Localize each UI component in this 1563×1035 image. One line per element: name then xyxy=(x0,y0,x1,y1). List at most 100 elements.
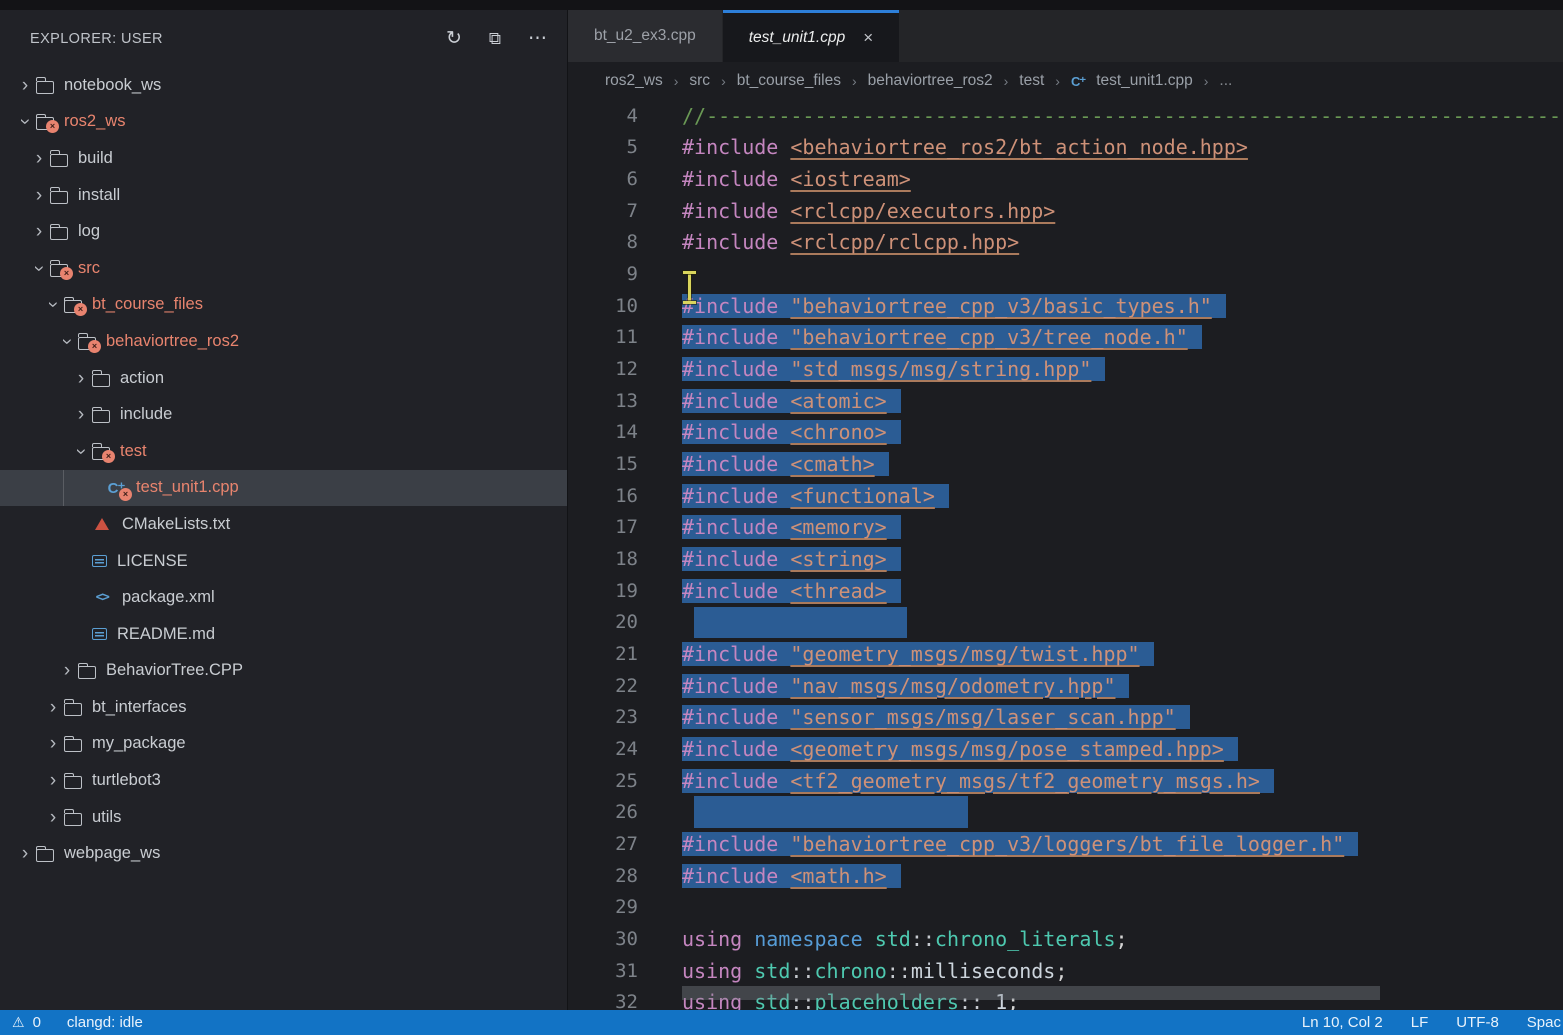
code-line[interactable]: 18 #include <string> xyxy=(568,543,1563,575)
refresh-icon[interactable]: ↻ xyxy=(446,29,462,48)
code-line[interactable]: 23 #include "sensor_msgs/msg/laser_scan.… xyxy=(568,701,1563,733)
breadcrumb-item[interactable]: test xyxy=(1019,72,1044,90)
line-number[interactable]: 24 xyxy=(568,738,682,760)
code-line[interactable]: 12 #include "std_msgs/msg/string.hpp" xyxy=(568,353,1563,385)
tree-item-package-xml[interactable]: package.xml xyxy=(0,579,567,616)
problems-indicator[interactable]: ⚠ 0 xyxy=(12,1014,41,1031)
code-line[interactable]: 9 xyxy=(568,258,1563,290)
code-editor[interactable]: 4 //------------------------------------… xyxy=(568,100,1563,1010)
language-server-status[interactable]: clangd: idle xyxy=(67,1014,143,1031)
tree-item-behaviortree-cpp[interactable]: › BehaviorTree.CPP xyxy=(0,653,567,690)
code-line[interactable]: 11 #include "behaviortree_cpp_v3/tree_no… xyxy=(568,322,1563,354)
tree-item-license[interactable]: LICENSE xyxy=(0,543,567,580)
code-line[interactable]: 4 //------------------------------------… xyxy=(568,100,1563,132)
line-number[interactable]: 19 xyxy=(568,580,682,602)
line-number[interactable]: 17 xyxy=(568,516,682,538)
line-number[interactable]: 27 xyxy=(568,833,682,855)
close-icon[interactable]: × xyxy=(863,29,873,46)
line-number[interactable]: 6 xyxy=(568,168,682,190)
line-number[interactable]: 31 xyxy=(568,960,682,982)
code-line[interactable]: 27 #include "behaviortree_cpp_v3/loggers… xyxy=(568,828,1563,860)
tree-item-cmakelists-txt[interactable]: CMakeLists.txt xyxy=(0,506,567,543)
tree-item-include[interactable]: › include xyxy=(0,396,567,433)
code-line[interactable]: 22 #include "nav_msgs/msg/odometry.hpp" xyxy=(568,670,1563,702)
tree-item-ros2-ws[interactable]: › × ros2_ws xyxy=(0,104,567,141)
code-line[interactable]: 24 #include <geometry_msgs/msg/pose_stam… xyxy=(568,733,1563,765)
code-line[interactable]: 29 xyxy=(568,891,1563,923)
status-item-utf-8[interactable]: UTF-8 xyxy=(1456,1014,1499,1031)
code-line[interactable]: 17 #include <memory> xyxy=(568,512,1563,544)
code-line[interactable]: 14 #include <chrono> xyxy=(568,417,1563,449)
line-number[interactable]: 32 xyxy=(568,991,682,1010)
line-number[interactable]: 29 xyxy=(568,896,682,918)
breadcrumb-item-file[interactable]: test_unit1.cpp xyxy=(1096,72,1193,90)
code-line[interactable]: 26 xyxy=(568,796,1563,828)
breadcrumb-item[interactable]: behaviortree_ros2 xyxy=(868,72,993,90)
tree-item-readme-md[interactable]: README.md xyxy=(0,616,567,653)
code-line[interactable]: 6 #include <iostream> xyxy=(568,163,1563,195)
code-line[interactable]: 8 #include <rclcpp/rclcpp.hpp> xyxy=(568,227,1563,259)
code-line[interactable]: 19 #include <thread> xyxy=(568,575,1563,607)
line-number[interactable]: 4 xyxy=(568,105,682,127)
tree-item-turtlebot3[interactable]: › turtlebot3 xyxy=(0,762,567,799)
code-line[interactable]: 16 #include <functional> xyxy=(568,480,1563,512)
tree-item-my-package[interactable]: › my_package xyxy=(0,726,567,763)
line-number[interactable]: 20 xyxy=(568,611,682,633)
tree-item-build[interactable]: › build xyxy=(0,140,567,177)
line-number[interactable]: 26 xyxy=(568,801,682,823)
line-number[interactable]: 5 xyxy=(568,136,682,158)
line-number[interactable]: 11 xyxy=(568,326,682,348)
line-number[interactable]: 25 xyxy=(568,770,682,792)
status-item-lf[interactable]: LF xyxy=(1411,1014,1429,1031)
code-line[interactable]: 20 xyxy=(568,607,1563,639)
line-number[interactable]: 23 xyxy=(568,706,682,728)
code-line[interactable]: 25 #include <tf2_geometry_msgs/tf2_geome… xyxy=(568,765,1563,797)
line-number[interactable]: 7 xyxy=(568,200,682,222)
tree-item-log[interactable]: › log xyxy=(0,213,567,250)
line-number[interactable]: 18 xyxy=(568,548,682,570)
code-line[interactable]: 5 #include <behaviortree_ros2/bt_action_… xyxy=(568,132,1563,164)
line-number[interactable]: 22 xyxy=(568,675,682,697)
line-number[interactable]: 16 xyxy=(568,485,682,507)
breadcrumb-more[interactable]: ... xyxy=(1219,72,1232,90)
tree-item-notebook-ws[interactable]: › notebook_ws xyxy=(0,67,567,104)
code-line[interactable]: 31 using std::chrono::milliseconds; xyxy=(568,955,1563,987)
line-number[interactable]: 10 xyxy=(568,295,682,317)
tree-item-action[interactable]: › action xyxy=(0,360,567,397)
line-number[interactable]: 12 xyxy=(568,358,682,380)
line-number[interactable]: 13 xyxy=(568,390,682,412)
tree-item-test-unit1-cpp[interactable]: × test_unit1.cpp xyxy=(0,470,567,507)
code-line[interactable]: 28 #include <math.h> xyxy=(568,860,1563,892)
tree-item-behaviortree-ros2[interactable]: › × behaviortree_ros2 xyxy=(0,323,567,360)
tree-item-src[interactable]: › × src xyxy=(0,250,567,287)
code-line[interactable]: 30 using namespace std::chrono_literals; xyxy=(568,923,1563,955)
line-number[interactable]: 14 xyxy=(568,421,682,443)
code-line[interactable]: 13 #include <atomic> xyxy=(568,385,1563,417)
line-number[interactable]: 15 xyxy=(568,453,682,475)
code-line[interactable]: 21 #include "geometry_msgs/msg/twist.hpp… xyxy=(568,638,1563,670)
line-number[interactable]: 28 xyxy=(568,865,682,887)
tree-item-bt-interfaces[interactable]: › bt_interfaces xyxy=(0,689,567,726)
status-item-spac[interactable]: Spac xyxy=(1527,1014,1561,1031)
tree-item-install[interactable]: › install xyxy=(0,177,567,214)
breadcrumb-item[interactable]: bt_course_files xyxy=(737,72,841,90)
tab-bt-u2-ex3-cpp[interactable]: bt_u2_ex3.cpp xyxy=(568,10,722,62)
collapse-folders-icon[interactable]: ⧉ xyxy=(489,30,501,47)
code-line[interactable]: 10 #include "behaviortree_cpp_v3/basic_t… xyxy=(568,290,1563,322)
line-number[interactable]: 9 xyxy=(568,263,682,285)
breadcrumb-item[interactable]: src xyxy=(689,72,710,90)
code-line[interactable]: 7 #include <rclcpp/executors.hpp> xyxy=(568,195,1563,227)
tree-item-webpage-ws[interactable]: › webpage_ws xyxy=(0,835,567,872)
tab-test-unit1-cpp[interactable]: test_unit1.cpp × xyxy=(723,10,899,62)
breadcrumb-item[interactable]: ros2_ws xyxy=(605,72,663,90)
tree-item-bt-course-files[interactable]: › × bt_course_files xyxy=(0,287,567,324)
code-line[interactable]: 15 #include <cmath> xyxy=(568,448,1563,480)
line-number[interactable]: 21 xyxy=(568,643,682,665)
status-item-ln-10-col-2[interactable]: Ln 10, Col 2 xyxy=(1302,1014,1383,1031)
tree-item-utils[interactable]: › utils xyxy=(0,799,567,836)
horizontal-scrollbar[interactable] xyxy=(682,986,1380,1000)
tree-item-test[interactable]: › × test xyxy=(0,433,567,470)
line-number[interactable]: 30 xyxy=(568,928,682,950)
line-number[interactable]: 8 xyxy=(568,231,682,253)
more-actions-icon[interactable]: ⋯ xyxy=(528,29,547,48)
